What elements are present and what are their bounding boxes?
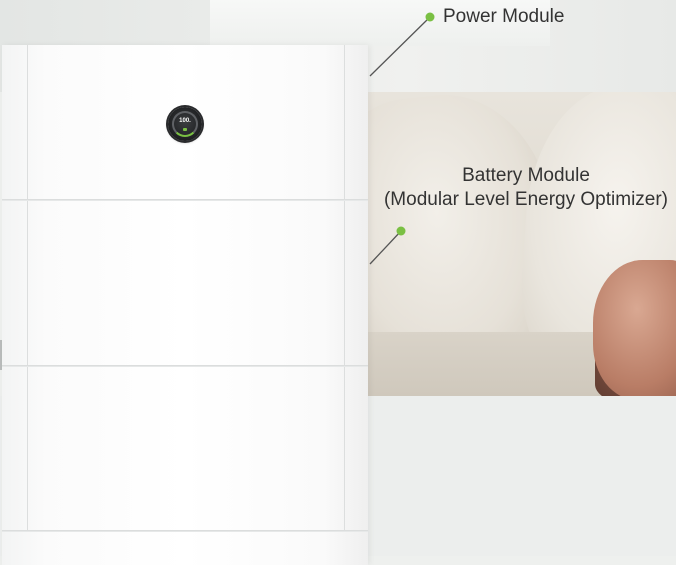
power-module-leader-line bbox=[369, 16, 431, 77]
callout-leaders bbox=[369, 12, 435, 265]
battery-module-label-line2: (Modular Level Energy Optimizer) bbox=[383, 189, 669, 210]
battery-module-leader-line bbox=[369, 230, 402, 265]
battery-module-marker-icon bbox=[396, 226, 406, 236]
battery-module-label: Battery Module (Modular Level Energy Opt… bbox=[376, 164, 676, 212]
power-module-label: Power Module bbox=[443, 6, 565, 27]
battery-module-label-line1: Battery Module bbox=[462, 165, 590, 186]
power-module-marker-icon bbox=[425, 12, 435, 22]
